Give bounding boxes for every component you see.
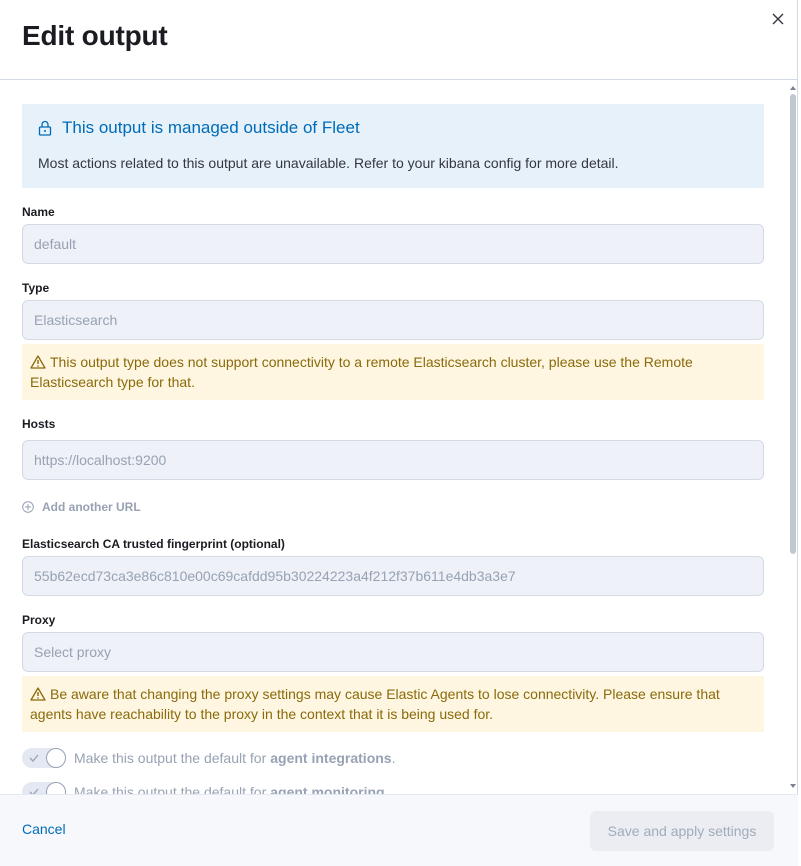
scroll-down-arrow-icon[interactable] bbox=[789, 782, 797, 790]
flyout-title: Edit output bbox=[22, 20, 168, 51]
proxy-warning-text: Be aware that changing the proxy setting… bbox=[30, 686, 720, 722]
warning-icon bbox=[30, 687, 46, 701]
flyout-footer: Cancel Save and apply settings bbox=[0, 794, 798, 866]
warning-icon bbox=[30, 355, 46, 369]
managed-callout-title-text: This output is managed outside of Fleet bbox=[62, 118, 360, 137]
scrollbar-thumb[interactable] bbox=[790, 94, 796, 554]
check-icon bbox=[29, 788, 39, 794]
hosts-input[interactable]: https://localhost:9200 bbox=[22, 440, 764, 480]
proxy-warning-callout: Be aware that changing the proxy setting… bbox=[22, 676, 764, 732]
fingerprint-label: Elasticsearch CA trusted fingerprint (op… bbox=[22, 537, 285, 551]
default-integrations-switch[interactable] bbox=[22, 748, 66, 768]
default-monitoring-switch-row: Make this output the default for agent m… bbox=[22, 782, 388, 794]
proxy-label: Proxy bbox=[22, 613, 56, 627]
default-monitoring-bold: agent monitoring bbox=[270, 784, 385, 794]
default-integrations-label: Make this output the default for bbox=[74, 750, 267, 766]
add-url-button[interactable]: Add another URL bbox=[22, 500, 141, 514]
close-icon bbox=[772, 13, 784, 25]
hosts-label: Hosts bbox=[22, 417, 56, 431]
default-integrations-suffix: . bbox=[391, 750, 396, 766]
default-integrations-switch-row: Make this output the default for agent i… bbox=[22, 748, 395, 768]
cancel-button[interactable]: Cancel bbox=[22, 821, 66, 837]
type-label: Type bbox=[22, 281, 50, 295]
default-monitoring-suffix: . bbox=[384, 784, 389, 794]
save-and-apply-button[interactable]: Save and apply settings bbox=[590, 811, 774, 851]
switch-thumb bbox=[46, 782, 66, 794]
lock-icon bbox=[38, 120, 52, 136]
managed-callout-text: Most actions related to this output are … bbox=[38, 155, 619, 171]
flyout-body[interactable]: This output is managed outside of Fleet … bbox=[0, 80, 798, 794]
type-warning-callout: This output type does not support connec… bbox=[22, 344, 764, 400]
edit-output-flyout: Edit output This output is managed outsi… bbox=[0, 0, 798, 866]
type-warning-text: This output type does not support connec… bbox=[30, 354, 693, 390]
name-label: Name bbox=[22, 205, 55, 219]
type-select[interactable]: Elasticsearch bbox=[22, 300, 764, 340]
scroll-up-arrow-icon[interactable] bbox=[789, 84, 797, 92]
default-monitoring-label: Make this output the default for bbox=[74, 784, 267, 794]
fingerprint-input[interactable]: 55b62ecd73ca3e86c810e00c69cafdd95b302242… bbox=[22, 556, 764, 596]
add-url-label: Add another URL bbox=[42, 500, 141, 514]
close-button[interactable] bbox=[768, 9, 788, 29]
flyout-header: Edit output bbox=[0, 0, 798, 80]
plus-circle-icon bbox=[22, 501, 34, 513]
proxy-select[interactable]: Select proxy bbox=[22, 632, 764, 672]
switch-thumb bbox=[46, 748, 66, 768]
check-icon bbox=[29, 754, 39, 762]
default-integrations-bold: agent integrations bbox=[270, 750, 392, 766]
managed-callout: This output is managed outside of Fleet … bbox=[22, 104, 764, 188]
default-monitoring-switch[interactable] bbox=[22, 782, 66, 794]
name-input[interactable]: default bbox=[22, 224, 764, 264]
managed-callout-title: This output is managed outside of Fleet bbox=[38, 118, 360, 138]
